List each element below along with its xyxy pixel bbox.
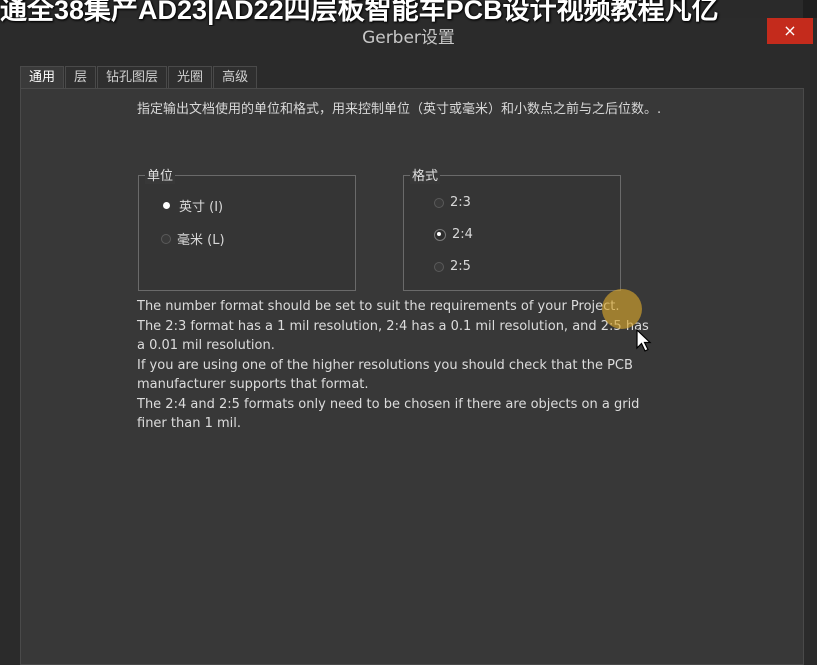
- help-line: The 2:4 and 2:5 formats only need to be …: [137, 396, 640, 432]
- help-line: The number format should be set to suit …: [137, 299, 620, 314]
- format-2-5-label: 2:5: [450, 259, 471, 274]
- tab-apertures[interactable]: 光圈: [168, 66, 213, 88]
- gerber-settings-dialog: Gerber设置 × 通用 层 钻孔图层 光圈 高级 指定输出文档使用的单位和格…: [0, 18, 817, 665]
- units-group: 单位 英寸 (I) 毫米 (L): [138, 165, 356, 291]
- general-tab-panel: 指定输出文档使用的单位和格式，用来控制单位（英寸或毫米）和小数点之前与之后位数。…: [20, 88, 804, 665]
- format-2-4-option[interactable]: 2:4: [434, 227, 473, 242]
- format-2-5-option[interactable]: 2:5: [434, 259, 471, 274]
- tab-general[interactable]: 通用: [20, 66, 65, 88]
- unit-mm-option[interactable]: 毫米 (L): [161, 229, 225, 248]
- unit-inches-option[interactable]: 英寸 (I): [161, 196, 223, 215]
- help-line: If you are using one of the higher resol…: [137, 357, 633, 393]
- description-text: 指定输出文档使用的单位和格式，用来控制单位（英寸或毫米）和小数点之前与之后位数。…: [137, 102, 662, 117]
- format-help-text: The number format should be set to suit …: [137, 297, 657, 434]
- units-group-title: 单位: [145, 165, 176, 184]
- tab-advanced[interactable]: 高级: [213, 66, 258, 88]
- tab-strip: 通用 层 钻孔图层 光圈 高级: [20, 66, 258, 88]
- format-2-4-label: 2:4: [452, 227, 473, 242]
- tab-layers[interactable]: 层: [65, 66, 97, 88]
- radio-button-icon: [434, 197, 444, 208]
- unit-mm-label: 毫米 (L): [177, 233, 225, 248]
- format-group-title: 格式: [410, 165, 441, 184]
- format-group: 格式 2:3 2:4 2:5: [403, 165, 621, 291]
- dialog-title: Gerber设置: [362, 28, 455, 48]
- format-2-3-option[interactable]: 2:3: [434, 195, 471, 210]
- radio-selected-icon: [434, 228, 446, 241]
- mouse-pointer-icon: [636, 329, 652, 352]
- help-line: The 2:3 format has a 1 mil resolution, 2…: [137, 318, 649, 354]
- unit-inches-label: 英寸 (I): [179, 200, 224, 215]
- radio-button-icon: [161, 233, 171, 244]
- video-title-overlay: 通全38集产AD23|AD22四层板智能车PCB设计视频教程凡亿: [0, 0, 719, 25]
- cursor-highlight: [602, 289, 642, 329]
- radio-dot-icon: [163, 202, 170, 209]
- tab-drill-drawing[interactable]: 钻孔图层: [97, 66, 168, 88]
- radio-button-icon: [434, 261, 444, 272]
- format-2-3-label: 2:3: [450, 195, 471, 210]
